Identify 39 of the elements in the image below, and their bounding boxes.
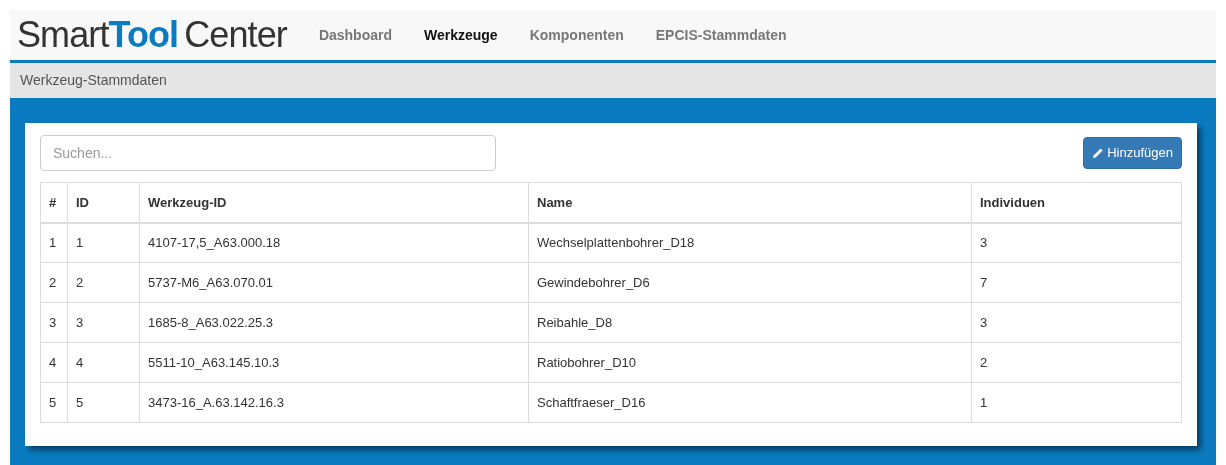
column-header: ID bbox=[67, 182, 140, 223]
column-header: # bbox=[40, 182, 68, 223]
table-cell: 1 bbox=[971, 382, 1182, 423]
table-cell: 2 bbox=[971, 342, 1182, 383]
column-header: Werkzeug-ID bbox=[139, 182, 529, 223]
table-cell: 4107-17,5_A63.000.18 bbox=[139, 222, 529, 263]
table-cell: 5 bbox=[40, 382, 68, 423]
table-cell: 5511-10_A63.145.10.3 bbox=[139, 342, 529, 383]
pencil-icon bbox=[1092, 146, 1105, 159]
table-cell: Wechselplattenbohrer_D18 bbox=[528, 222, 972, 263]
add-button[interactable]: Hinzufügen bbox=[1083, 136, 1182, 169]
table-cell: 2 bbox=[67, 262, 140, 303]
nav-link[interactable]: Komponenten bbox=[513, 24, 640, 46]
table-cell: 7 bbox=[971, 262, 1182, 303]
table-cell: 2 bbox=[40, 262, 68, 303]
page-heading: Werkzeug-Stammdaten bbox=[20, 71, 167, 90]
table-cell: 1 bbox=[40, 222, 68, 263]
table-cell: 3 bbox=[40, 302, 68, 343]
nav-link[interactable]: EPCIS-Stammdaten bbox=[639, 24, 803, 46]
table-cell: Reibahle_D8 bbox=[528, 302, 972, 343]
table-cell: 3 bbox=[67, 302, 140, 343]
table-cell: 3473-16_A.63.142.16.3 bbox=[139, 382, 529, 423]
app-logo[interactable]: SmartToolCenter bbox=[17, 17, 287, 53]
table-cell: 5737-M6_A63.070.01 bbox=[139, 262, 529, 303]
table-cell: 4 bbox=[40, 342, 68, 383]
table-cell: Gewindebohrer_D6 bbox=[528, 262, 972, 303]
table-cell: 3 bbox=[971, 302, 1182, 343]
nav-link[interactable]: Dashboard bbox=[302, 24, 408, 46]
table-cell: Schaftfraeser_D16 bbox=[528, 382, 972, 423]
column-header: Individuen bbox=[971, 182, 1182, 223]
column-header: Name bbox=[528, 182, 972, 223]
table-cell: 1 bbox=[67, 222, 140, 263]
table-cell: 5 bbox=[67, 382, 140, 423]
table-cell: Ratiobohrer_D10 bbox=[528, 342, 972, 383]
search-field[interactable]: Suchen... bbox=[40, 134, 496, 171]
table-cell: 3 bbox=[971, 222, 1182, 263]
table-cell: 1685-8_A63.022.25.3 bbox=[139, 302, 529, 343]
nav-link[interactable]: Werkzeuge bbox=[408, 24, 514, 46]
table-cell: 4 bbox=[67, 342, 140, 383]
